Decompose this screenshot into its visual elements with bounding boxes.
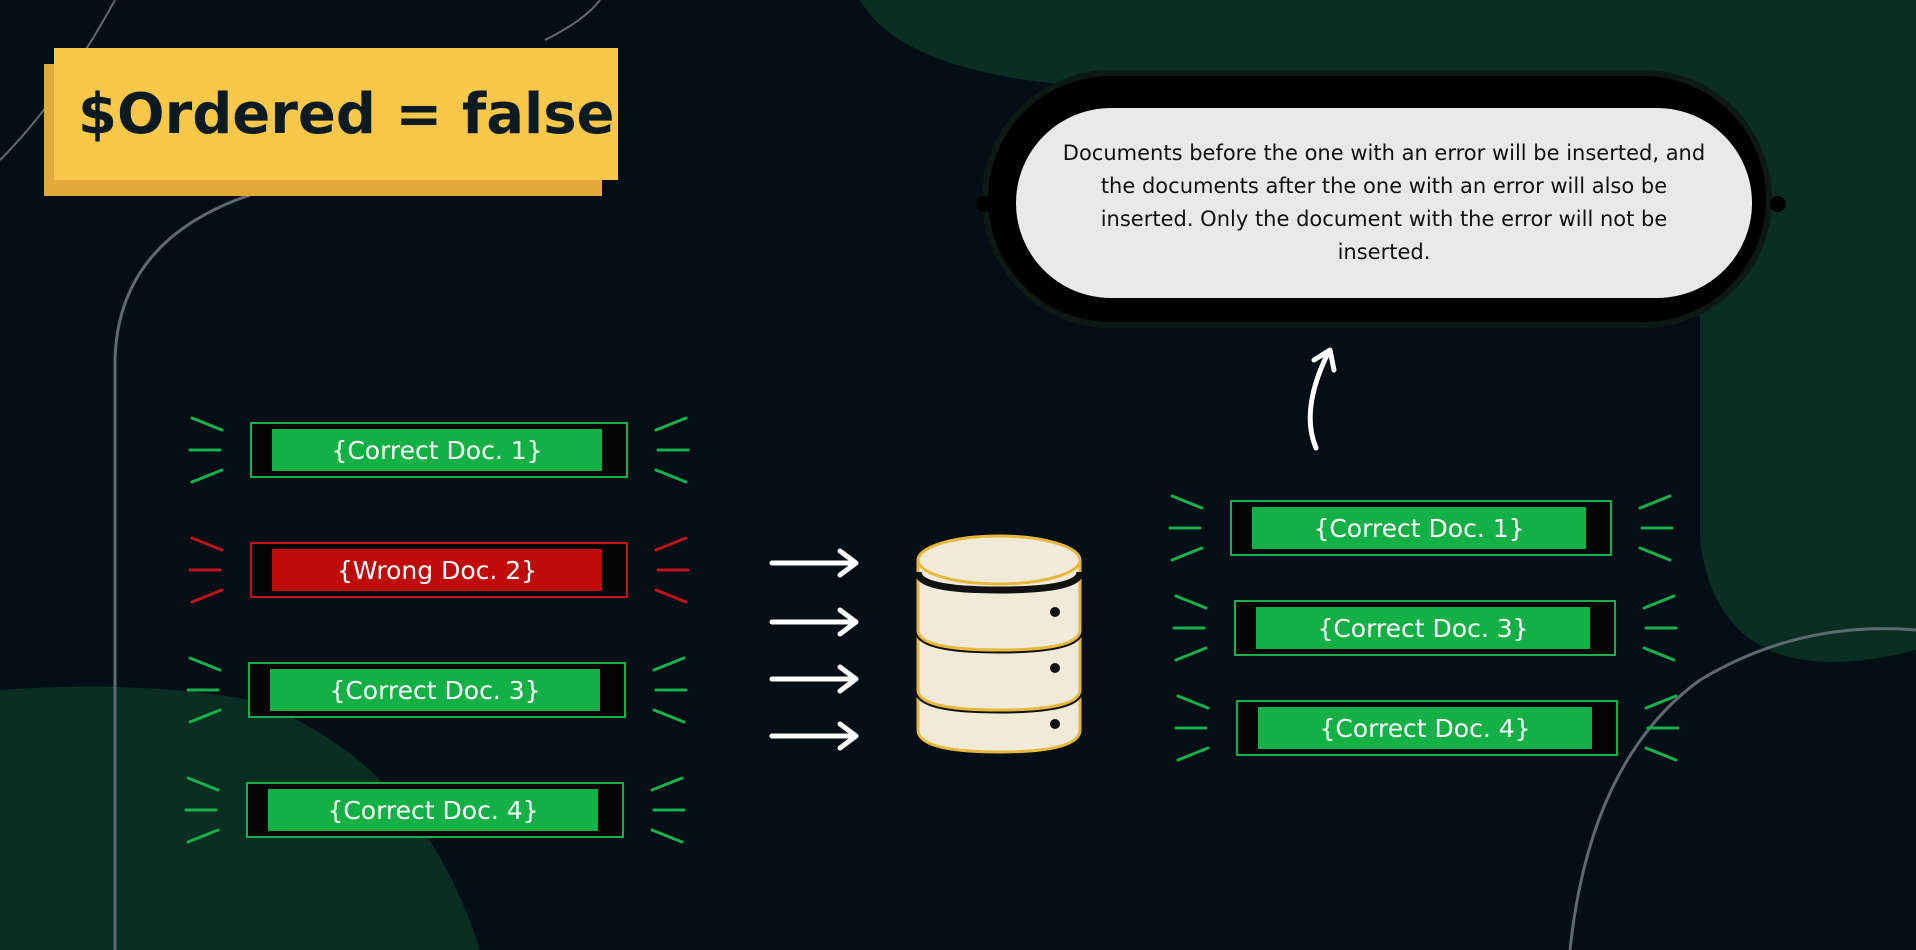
database-icon <box>914 534 1084 754</box>
